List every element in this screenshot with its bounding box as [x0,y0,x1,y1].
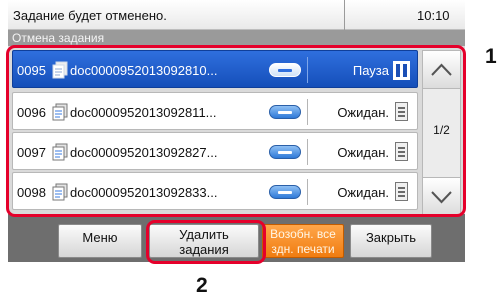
callout-number-1: 1 [485,45,497,68]
status-divider [344,0,345,30]
status-message: Задание будет отменено. [13,8,167,23]
resume-all-print-jobs-button[interactable]: Возобн. все здн. печати [262,224,344,258]
menu-button[interactable]: Меню [58,224,142,258]
menu-button-label: Меню [82,230,118,245]
resume-label-line2: здн. печати [271,242,335,256]
status-bar: Задание будет отменено. 10:10 [8,0,465,30]
close-button-label: Закрыть [365,230,417,245]
status-time: 10:10 [417,8,450,23]
resume-label-line1: Возобн. все [270,227,336,241]
callout-number-2: 2 [196,274,208,297]
callout-highlight-delete-button [146,220,266,264]
callout-highlight-list [6,45,466,217]
close-button[interactable]: Закрыть [350,224,432,258]
screen-title: Отмена задания [8,30,465,46]
